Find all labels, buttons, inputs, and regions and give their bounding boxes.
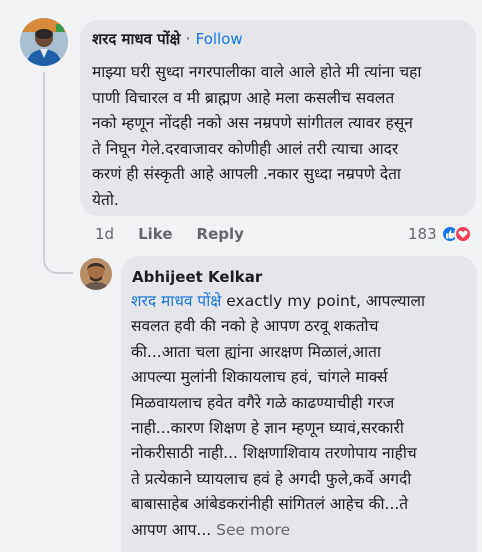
profile-photo [20, 18, 68, 66]
mention-link[interactable]: शरद माधव पोंक्षे [131, 292, 221, 310]
reaction-count: 183 [408, 225, 437, 243]
author-name[interactable]: शरद माधव पोंक्षे [92, 30, 180, 48]
comment-text: माझ्या घरी सुध्दा नगरपालीका वाले आले होत… [92, 63, 422, 209]
avatar[interactable] [80, 258, 112, 290]
reactions-summary[interactable]: 183 [408, 225, 472, 243]
follow-button[interactable]: Follow [196, 30, 243, 48]
reply-bubble: Abhijeet Kelkar शरद माधव पोंक्षे exactly… [121, 256, 477, 552]
comment-bubble: शरद माधव पोंक्षे · Follow माझ्या घरी सुध… [80, 20, 476, 216]
comment-actions: 1d Like Reply [95, 225, 244, 243]
like-button[interactable]: Like [138, 225, 172, 243]
thread-curve [43, 240, 73, 274]
thread-line [43, 72, 45, 262]
reply-button[interactable]: Reply [197, 225, 244, 243]
reply-text: शरद माधव पोंक्षे exactly my point, आपल्य… [131, 289, 475, 543]
avatar[interactable] [20, 18, 68, 66]
separator-dot: · [185, 29, 191, 48]
reaction-icons [440, 225, 472, 243]
profile-photo [80, 258, 112, 290]
author-name[interactable]: Abhijeet Kelkar [132, 268, 262, 286]
timestamp[interactable]: 1d [95, 225, 114, 243]
see-more-link[interactable]: See more [216, 521, 290, 539]
love-icon [453, 225, 472, 243]
comment-header: शरद माधव पोंक्षे · Follow [92, 29, 243, 49]
reply-body: exactly my point, आपल्याला सवलत हवी की न… [131, 292, 426, 539]
